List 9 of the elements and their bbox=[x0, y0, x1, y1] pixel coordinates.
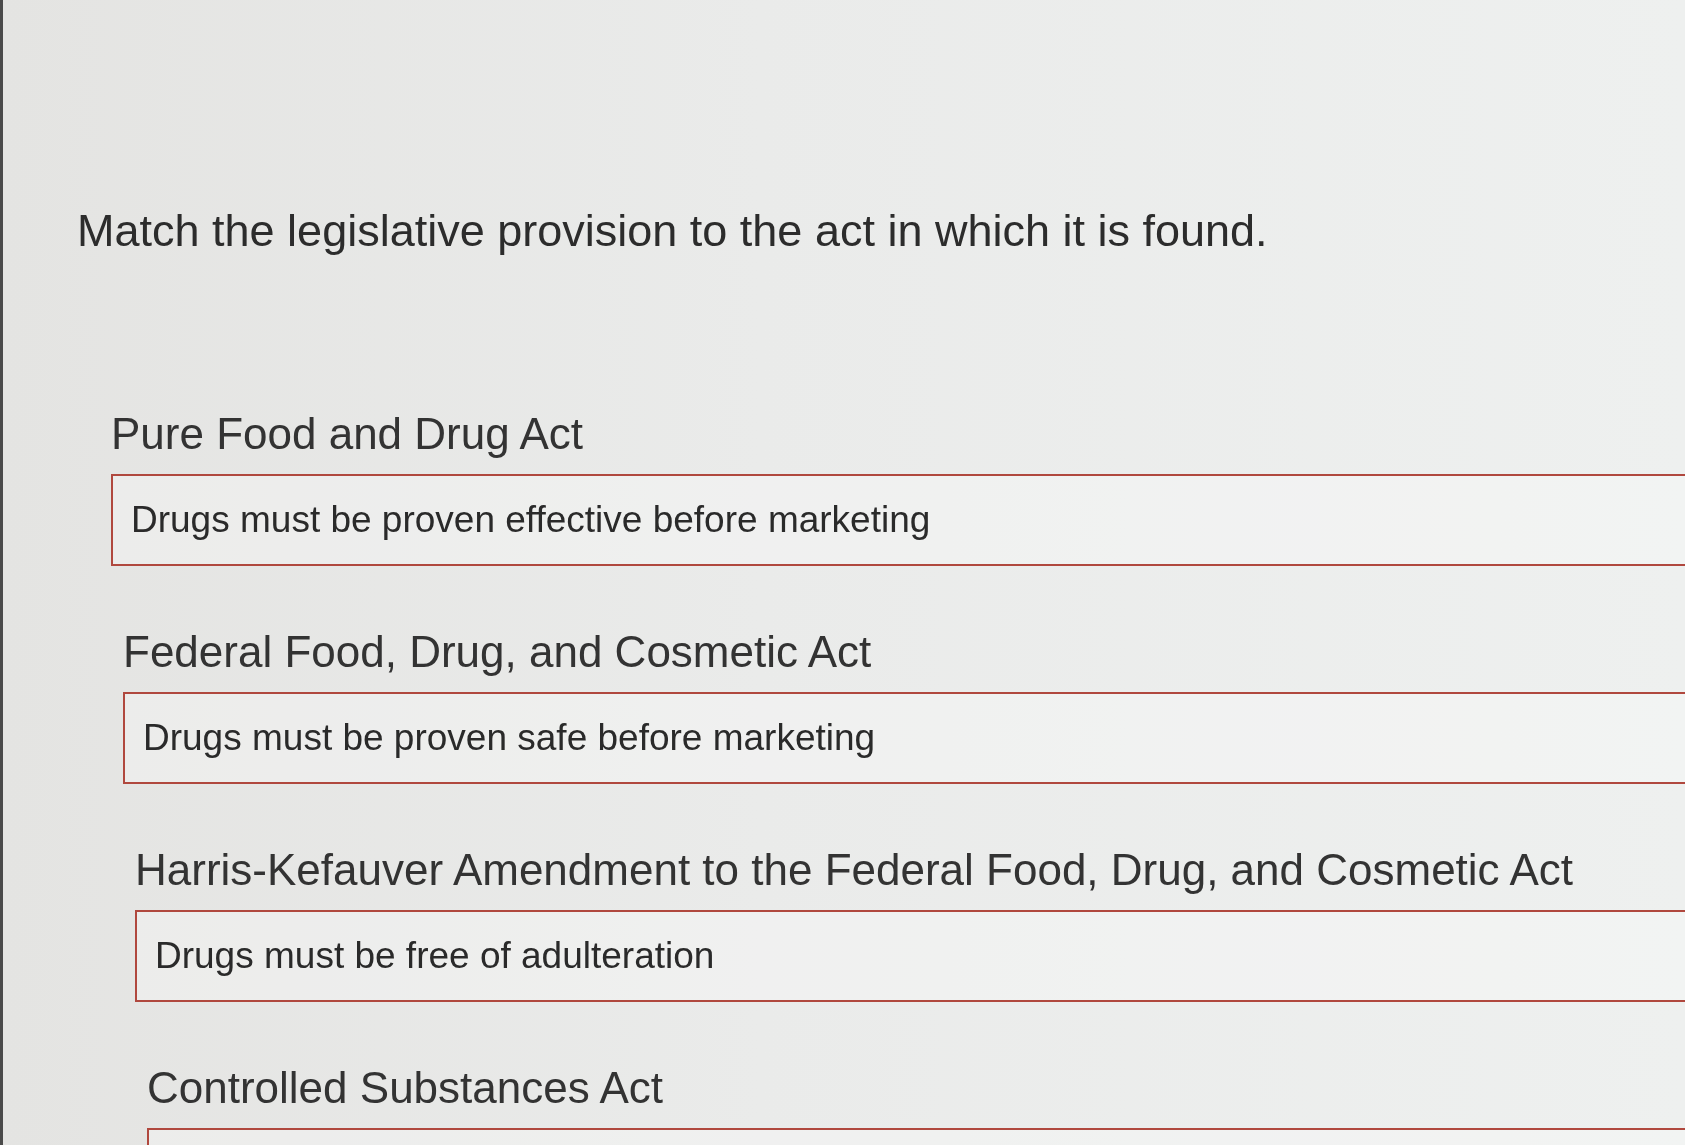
act-label: Federal Food, Drug, and Cosmetic Act bbox=[123, 626, 872, 678]
answer-box[interactable]: Drugs must be proven safe before marketing bbox=[123, 692, 1685, 784]
answer-box[interactable]: Drugs must be free of adulteration bbox=[135, 910, 1685, 1002]
act-label: Pure Food and Drug Act bbox=[111, 408, 584, 460]
act-label: Controlled Substances Act bbox=[147, 1062, 664, 1114]
question-prompt: Match the legislative provision to the act in which it is found. bbox=[77, 204, 1268, 258]
answer-box[interactable] bbox=[147, 1128, 1685, 1145]
act-label: Harris-Kefauver Amendment to the Federal Food, Drug, and Cosmetic Act bbox=[135, 844, 1573, 896]
answer-box[interactable]: Drugs must be proven effective before marketing bbox=[111, 474, 1685, 566]
